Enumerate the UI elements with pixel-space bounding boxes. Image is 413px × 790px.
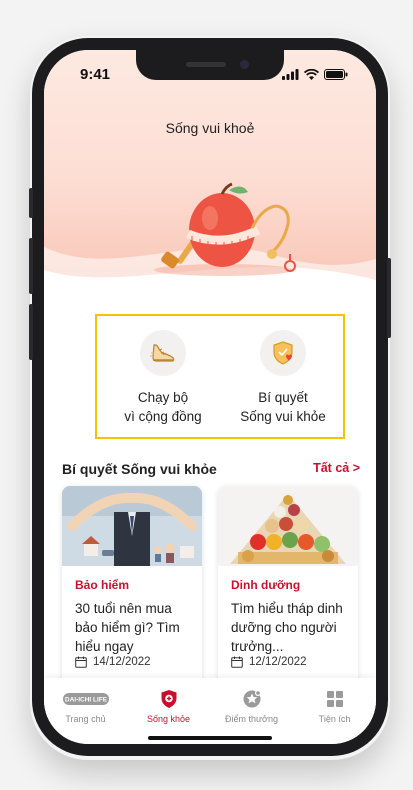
tab-label: Điểm thưởng bbox=[225, 714, 278, 724]
notch bbox=[136, 50, 284, 80]
feature-label-line2: vì cộng đồng bbox=[124, 409, 202, 424]
article-category: Bảo hiểm bbox=[75, 578, 130, 592]
wifi-icon bbox=[304, 69, 319, 80]
shield-plus-icon bbox=[127, 688, 210, 710]
tab-label: Trang chủ bbox=[65, 714, 106, 724]
see-all-link[interactable]: Tất cả > bbox=[313, 461, 360, 475]
app-screen: 9:41 Sống vui khoẻ Chạy bộ vì cộng đồng … bbox=[44, 50, 376, 744]
home-indicator[interactable] bbox=[148, 736, 272, 740]
front-camera-icon bbox=[240, 60, 249, 69]
dai-ichi-logo-icon: DAI-ICHI LIFE bbox=[44, 688, 127, 710]
tab-rewards[interactable]: Điểm thưởng bbox=[210, 688, 293, 724]
feature-label-line2: Sống vui khỏe bbox=[240, 409, 326, 424]
section-title: Bí quyết Sống vui khỏe bbox=[62, 461, 217, 477]
status-time: 9:41 bbox=[80, 66, 111, 83]
tab-home[interactable]: DAI-ICHI LIFE Trang chủ bbox=[44, 688, 127, 724]
volume-down-button bbox=[29, 304, 33, 360]
feature-wellness-tips[interactable]: Bí quyết Sống vui khỏe bbox=[223, 330, 343, 426]
status-icons bbox=[282, 68, 348, 80]
apple-fitness-illustration bbox=[154, 182, 296, 276]
article-date: 12/12/2022 bbox=[231, 656, 307, 668]
article-card[interactable]: Dinh dưỡng Tìm hiểu tháp dinh dưỡng cho … bbox=[218, 486, 358, 686]
page-title: Sống vui khoẻ bbox=[165, 120, 255, 136]
article-category: Dinh dưỡng bbox=[231, 578, 301, 592]
feature-label-line1: Bí quyết bbox=[258, 390, 308, 405]
running-shoe-icon bbox=[140, 330, 186, 376]
status-bar: 9:41 bbox=[44, 50, 376, 94]
calendar-icon bbox=[75, 656, 87, 668]
food-pyramid-article-image bbox=[218, 486, 358, 566]
phone-frame: 9:41 Sống vui khoẻ Chạy bộ vì cộng đồng … bbox=[29, 38, 391, 756]
signal-icon bbox=[282, 69, 299, 80]
mute-switch bbox=[29, 188, 33, 218]
tab-utilities[interactable]: Tiện ích bbox=[293, 688, 376, 724]
tab-label: Sống khỏe bbox=[146, 714, 191, 724]
article-card[interactable]: Bảo hiểm 30 tuổi nên mua bảo hiểm gì? Tì… bbox=[62, 486, 202, 686]
logo-text: DAI-ICHI LIFE bbox=[64, 697, 107, 704]
star-badge-icon bbox=[210, 688, 293, 710]
feature-community-run[interactable]: Chạy bộ vì cộng đồng bbox=[103, 330, 223, 426]
article-date-text: 14/12/2022 bbox=[93, 656, 151, 668]
apple-icon bbox=[189, 193, 255, 267]
insurance-article-image bbox=[62, 486, 202, 566]
article-title: Tìm hiểu tháp dinh dưỡng cho người trưởn… bbox=[231, 601, 343, 654]
calendar-icon bbox=[231, 656, 243, 668]
article-date-text: 12/12/2022 bbox=[249, 656, 307, 668]
shield-heart-icon bbox=[260, 330, 306, 376]
feature-highlight-box: Chạy bộ vì cộng đồng Bí quyết Sống vui k… bbox=[95, 314, 345, 439]
tab-health[interactable]: Sống khỏe bbox=[127, 688, 210, 724]
battery-icon bbox=[324, 69, 348, 80]
volume-up-button bbox=[29, 238, 33, 294]
bottom-tab-bar: DAI-ICHI LIFE Trang chủ Sống khỏe Điểm t… bbox=[44, 678, 376, 744]
tab-label: Tiện ích bbox=[318, 714, 351, 724]
grid-icon bbox=[293, 688, 376, 710]
feature-label-line1: Chạy bộ bbox=[137, 390, 189, 405]
power-button bbox=[387, 258, 391, 338]
article-date: 14/12/2022 bbox=[75, 656, 151, 668]
article-title: 30 tuổi nên mua bảo hiểm gì? Tìm hiểu ng… bbox=[75, 601, 180, 654]
